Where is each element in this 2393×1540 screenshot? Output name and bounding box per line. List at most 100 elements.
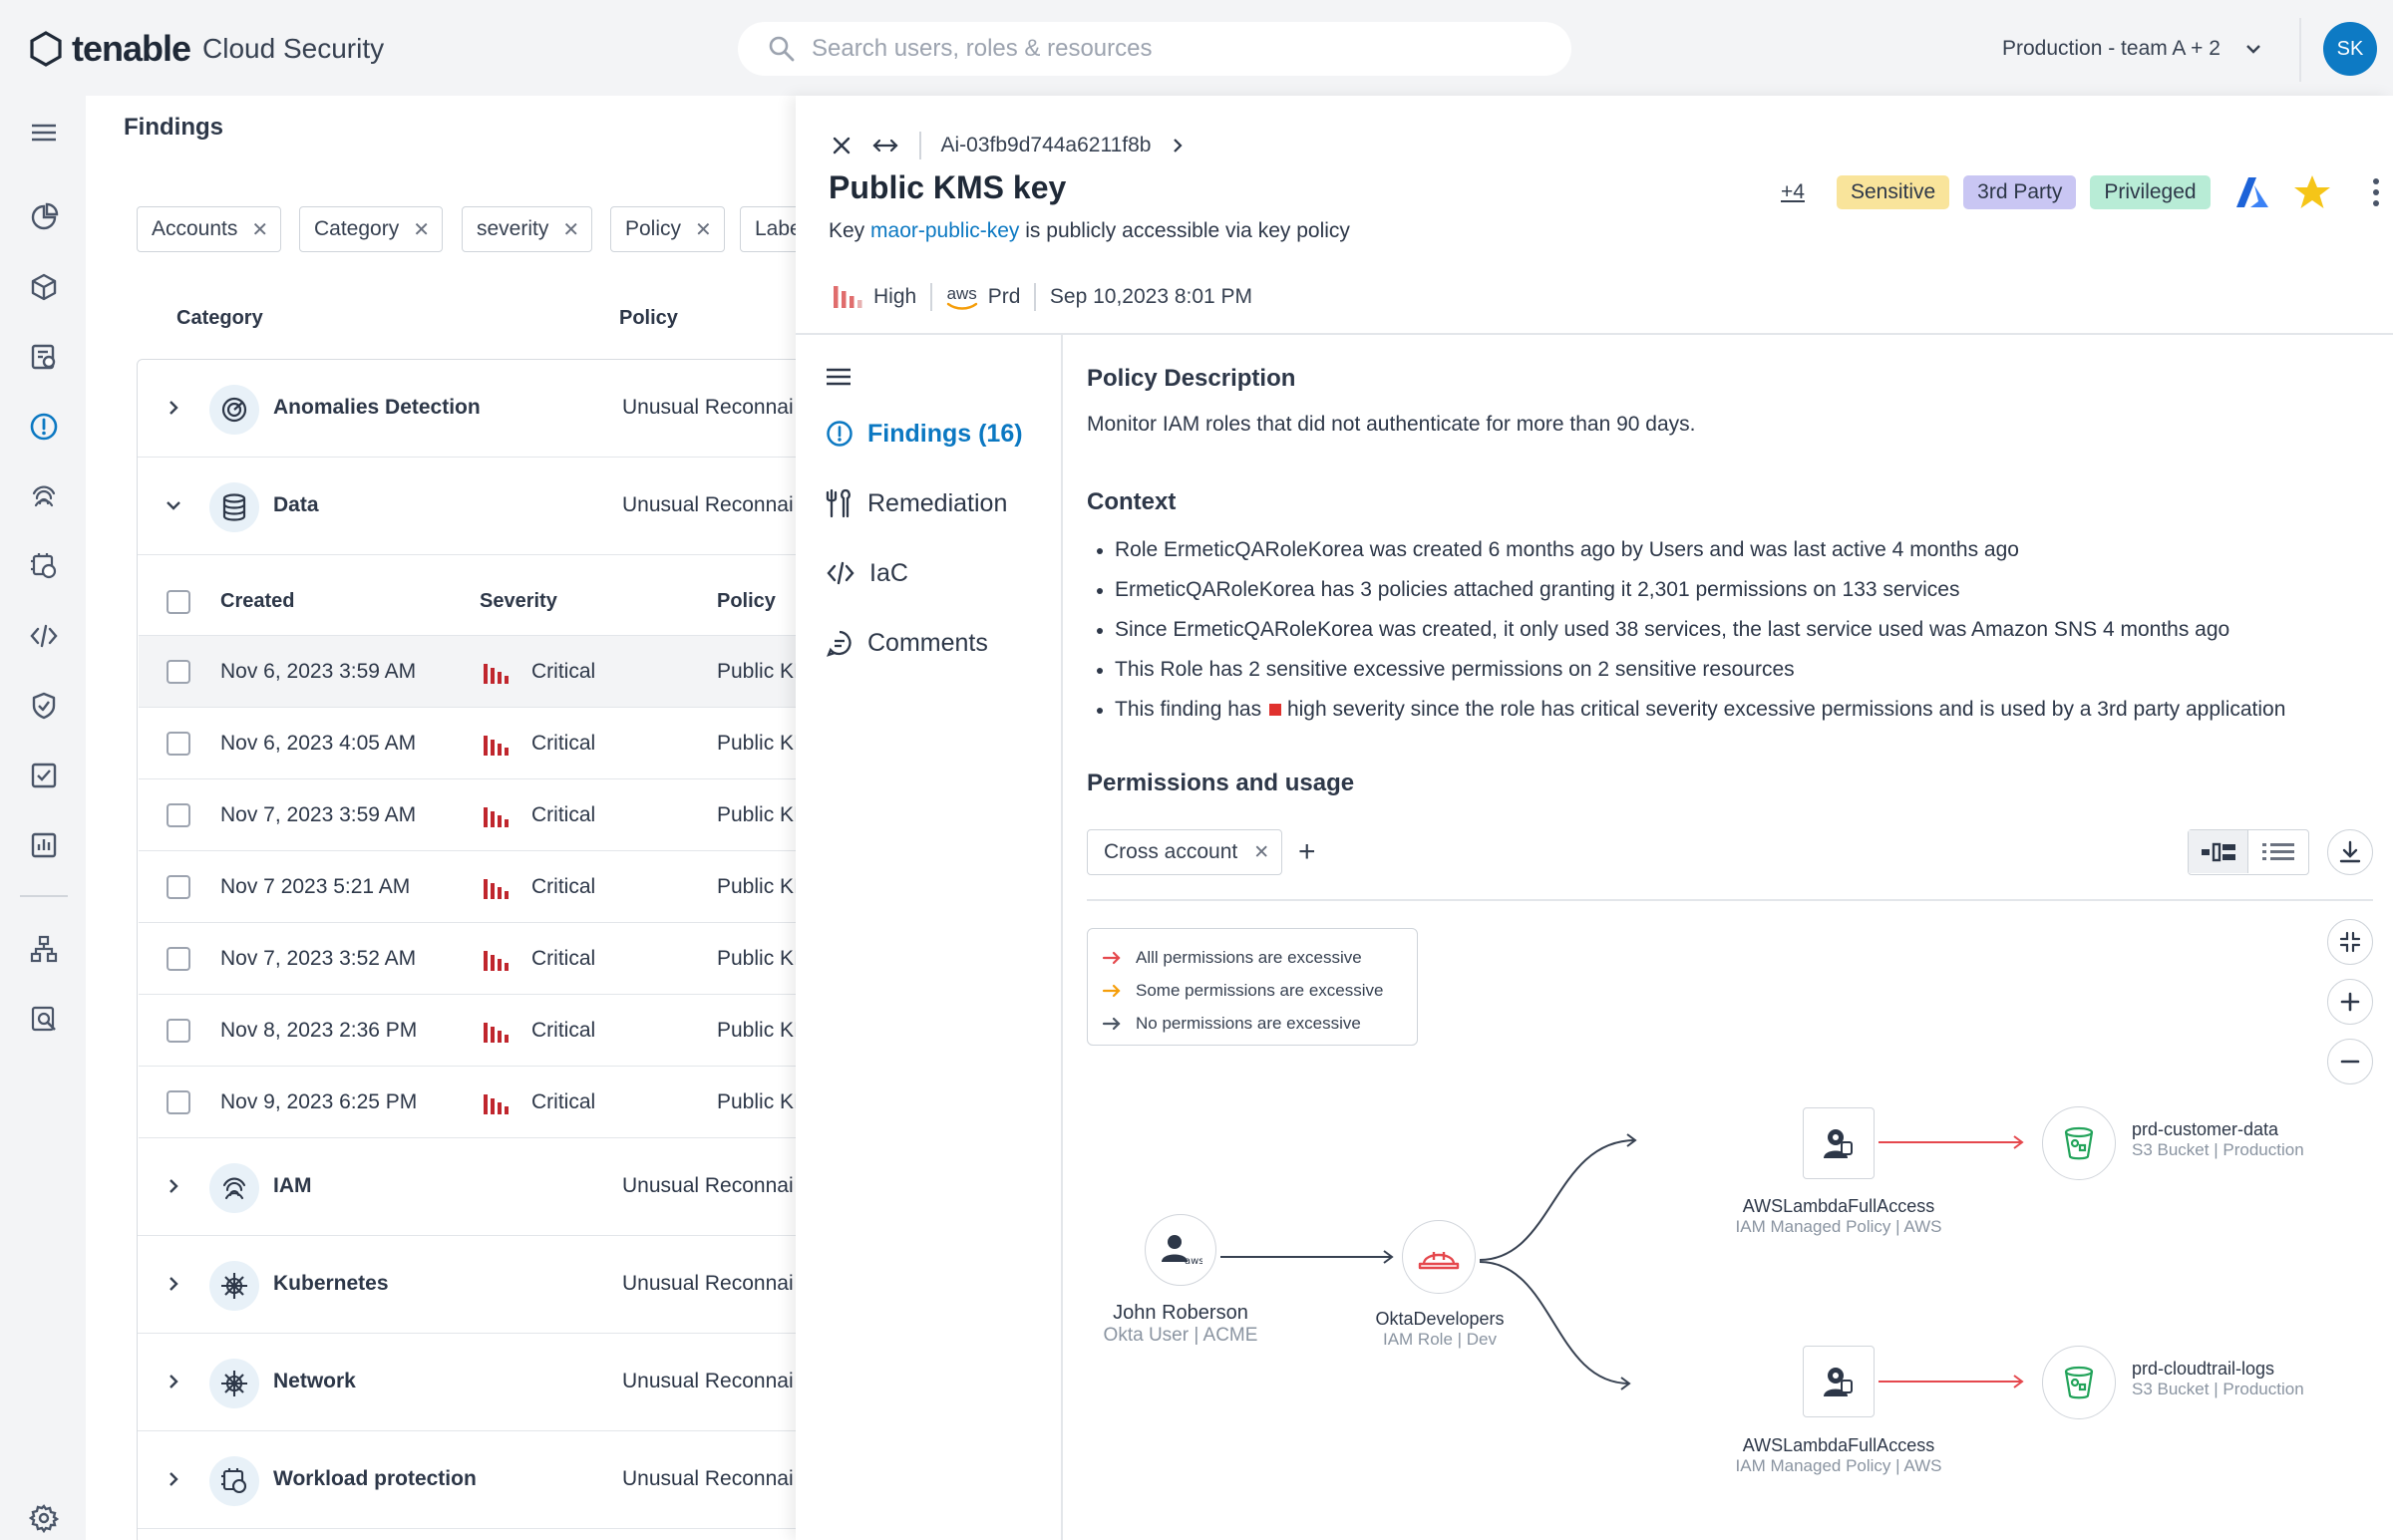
row-checkbox[interactable] <box>167 1090 190 1114</box>
severity-critical-icon <box>484 1094 509 1114</box>
category-row-kubernetes[interactable]: Kubernetes Unusual Reconnai <box>138 1236 836 1334</box>
managed-policy-icon <box>1824 1368 1853 1396</box>
settings-gear-icon[interactable] <box>26 1500 62 1536</box>
iam-role-hardhat-icon <box>1418 1252 1460 1270</box>
finding-row[interactable]: Nov 8, 2023 2:36 PM Critical Public KI <box>139 995 835 1067</box>
category-name: Data <box>273 493 319 516</box>
permissions-graph-edges <box>1220 1133 2024 1390</box>
finding-created: Nov 9, 2023 6:25 PM <box>220 1090 418 1113</box>
filter-chip-policy[interactable]: Policy ✕ <box>610 206 725 252</box>
page-title: Findings <box>124 114 223 141</box>
finding-severity: Critical <box>531 803 596 826</box>
filter-chip-accounts[interactable]: Accounts ✕ <box>137 206 282 252</box>
column-header-created[interactable]: Created <box>220 590 294 613</box>
environment-selector[interactable]: Production - team A + 2 <box>2002 34 2262 64</box>
row-checkbox[interactable] <box>167 803 190 827</box>
graph-node-user[interactable]: aws <box>1145 1214 1216 1286</box>
s3-bucket-icon <box>2064 1366 2094 1399</box>
managed-policy-icon <box>1824 1129 1853 1158</box>
logo-brand-text: tenable <box>72 28 191 69</box>
close-icon[interactable]: ✕ <box>562 217 579 242</box>
category-name: Network <box>273 1370 356 1392</box>
tenable-logo[interactable]: tenable Cloud Security <box>26 26 384 72</box>
dashboard-icon[interactable] <box>26 199 62 235</box>
graph-node-policy-1[interactable] <box>1803 1107 1875 1179</box>
select-all-checkbox[interactable] <box>167 590 190 614</box>
column-header-policy[interactable]: Policy <box>619 307 678 330</box>
search-report-icon[interactable] <box>26 1001 62 1037</box>
reports-icon[interactable] <box>26 339 62 375</box>
category-row-data[interactable]: Data Unusual Reconnai <box>138 458 836 555</box>
finding-row[interactable]: Nov 7 2023 5:21 AM Critical Public KI <box>139 851 835 923</box>
chevron-right-icon[interactable] <box>164 398 183 418</box>
user-avatar[interactable]: SK <box>2323 22 2377 76</box>
category-name: Kubernetes <box>273 1272 389 1295</box>
category-row-network[interactable]: Network Unusual Reconnai <box>138 1334 836 1431</box>
s3-bucket-icon <box>2064 1126 2094 1160</box>
finding-detail-drawer: Ai-03fb9d744a6211f8b Public KMS key Key … <box>796 96 2393 1540</box>
column-header-category[interactable]: Category <box>176 307 263 330</box>
graph-node-resource-2[interactable] <box>2042 1346 2116 1419</box>
filter-chip-label: Category <box>314 217 400 240</box>
finding-policy: Public KI <box>717 947 800 970</box>
column-header-severity[interactable]: Severity <box>480 590 557 613</box>
category-row-anomalies-detection[interactable]: Anomalies Detection Unusual Reconnai <box>138 360 836 458</box>
graph-node-resource-1[interactable] <box>2042 1106 2116 1180</box>
category-policy: Unusual Reconnai <box>622 1174 794 1197</box>
finding-row[interactable]: Nov 9, 2023 6:25 PM Critical Public KI <box>139 1067 835 1138</box>
finding-policy: Public KI <box>717 1019 800 1042</box>
finding-row[interactable]: Nov 6, 2023 3:59 AM Critical Public KI <box>139 636 835 708</box>
filter-chip-label: severity <box>477 217 549 240</box>
close-icon[interactable]: ✕ <box>251 217 268 242</box>
finding-row[interactable]: Nov 7, 2023 3:59 AM Critical Public KI <box>139 779 835 851</box>
finding-severity: Critical <box>531 1090 596 1113</box>
finding-created: Nov 7 2023 5:21 AM <box>220 875 411 898</box>
row-checkbox[interactable] <box>167 660 190 684</box>
category-row-iam[interactable]: IAM Unusual Reconnai <box>138 1138 836 1236</box>
network-tree-icon[interactable] <box>26 931 62 967</box>
finding-row[interactable]: Nov 6, 2023 4:05 AM Critical Public KI <box>139 708 835 779</box>
anomaly-radar-icon <box>209 385 259 435</box>
finding-created: Nov 7, 2023 3:52 AM <box>220 947 417 970</box>
row-checkbox[interactable] <box>167 947 190 971</box>
workload-icon[interactable] <box>26 548 62 584</box>
chevron-down-icon[interactable] <box>164 495 183 515</box>
row-checkbox[interactable] <box>167 732 190 756</box>
shield-icon[interactable] <box>26 688 62 724</box>
close-icon[interactable]: ✕ <box>695 217 712 242</box>
graph-node-role[interactable] <box>1402 1220 1476 1294</box>
category-row-workload-protection[interactable]: Workload protection Unusual Reconnai <box>138 1431 836 1529</box>
close-icon[interactable]: ✕ <box>413 217 430 242</box>
menu-icon[interactable] <box>26 115 62 151</box>
column-header-policy[interactable]: Policy <box>717 590 776 613</box>
resource-1-node-label: prd-customer-data S3 Bucket | Production <box>2132 1119 2304 1159</box>
okta-user-icon: aws <box>1162 1235 1202 1267</box>
code-icon[interactable] <box>26 618 62 654</box>
filter-chip-category[interactable]: Category ✕ <box>299 206 443 252</box>
row-checkbox[interactable] <box>167 875 190 899</box>
chevron-right-icon[interactable] <box>164 1469 183 1489</box>
finding-severity: Critical <box>531 660 596 683</box>
chevron-right-icon[interactable] <box>164 1372 183 1391</box>
finding-created: Nov 6, 2023 3:59 AM <box>220 660 417 683</box>
chevron-right-icon[interactable] <box>164 1274 183 1294</box>
finding-policy: Public KI <box>717 803 800 826</box>
category-policy: Unusual Reconnai <box>622 1272 794 1295</box>
network-helm-icon <box>209 1359 259 1408</box>
finding-policy: Public KI <box>717 732 800 755</box>
search-input[interactable] <box>812 35 1530 63</box>
finding-row[interactable]: Nov 7, 2023 3:52 AM Critical Public KI <box>139 923 835 995</box>
filter-chip-severity[interactable]: severity ✕ <box>462 206 593 252</box>
graph-node-policy-2[interactable] <box>1803 1346 1875 1417</box>
findings-alert-icon[interactable] <box>26 409 62 445</box>
identity-fingerprint-icon[interactable] <box>26 478 62 514</box>
finding-severity: Critical <box>531 1019 596 1042</box>
tasks-check-icon[interactable] <box>26 758 62 793</box>
row-checkbox[interactable] <box>167 1019 190 1043</box>
user-node-label: John Roberson Okta User | ACME <box>1103 1302 1258 1346</box>
global-search[interactable] <box>738 22 1571 76</box>
chevron-right-icon[interactable] <box>164 1176 183 1196</box>
workload-chip-icon <box>209 1456 259 1506</box>
inventory-cube-icon[interactable] <box>26 269 62 305</box>
analytics-icon[interactable] <box>26 827 62 863</box>
